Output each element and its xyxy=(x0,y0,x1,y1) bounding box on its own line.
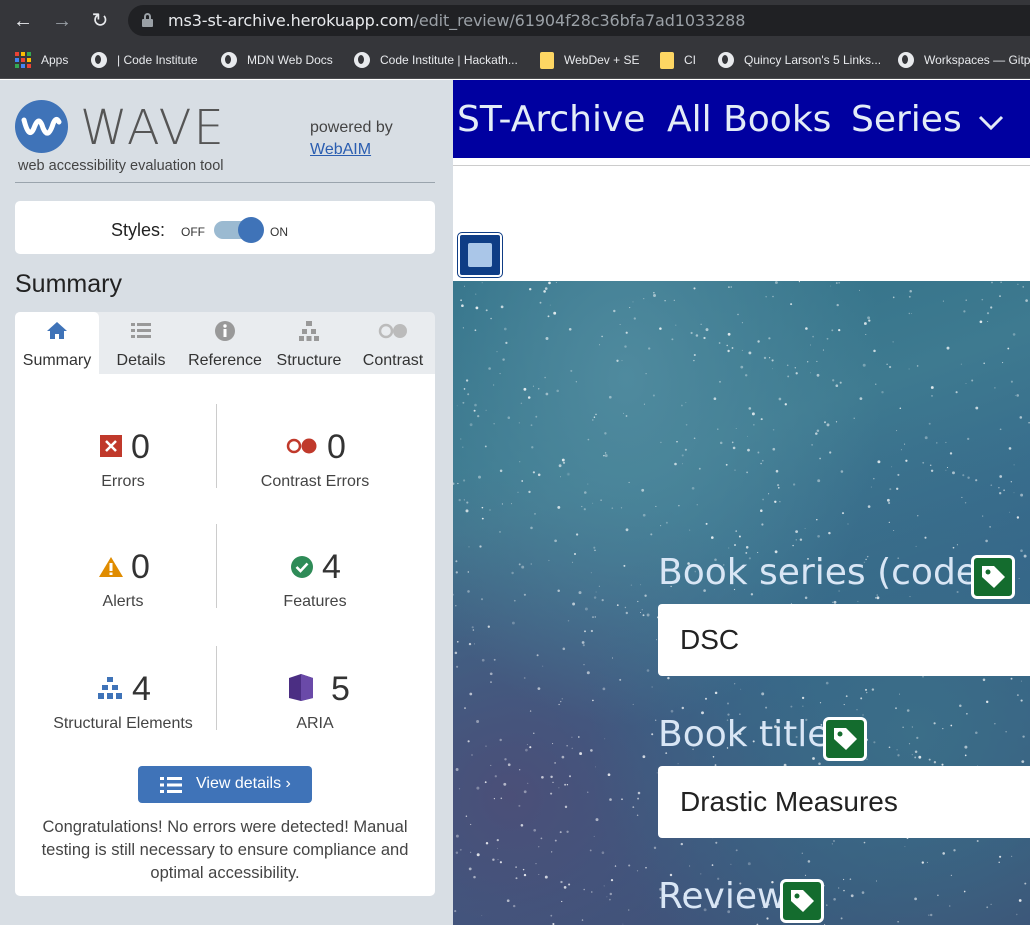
label-tag-icon[interactable] xyxy=(780,879,824,923)
errors-count: 0 xyxy=(131,428,150,466)
label-tag-icon[interactable] xyxy=(971,555,1015,599)
wave-structure-marker-icon[interactable] xyxy=(458,233,502,277)
features-count: 4 xyxy=(322,548,341,586)
bookmark-hackathon[interactable]: Code Institute | Hackath... xyxy=(354,51,518,69)
folder-icon xyxy=(540,51,554,69)
tab-reference[interactable]: Reference xyxy=(183,312,267,374)
aria-icon xyxy=(289,674,313,701)
url-host: ms3-st-archive.herokuapp.com xyxy=(168,11,414,30)
back-arrow-icon[interactable]: ← xyxy=(10,8,36,34)
structural-count: 4 xyxy=(132,670,151,708)
globe-icon xyxy=(91,52,107,68)
contrast-errors-count: 0 xyxy=(327,428,346,466)
globe-icon xyxy=(718,52,734,68)
site-navbar: ST-Archive All Books Series xyxy=(453,80,1030,158)
globe-icon xyxy=(221,52,237,68)
divider xyxy=(453,165,1030,166)
aria-count: 5 xyxy=(331,670,350,708)
bookmark-apps[interactable]: Apps xyxy=(15,51,68,69)
bookmark-workspaces[interactable]: Workspaces — Gitpo xyxy=(898,51,1030,69)
forward-arrow-icon[interactable]: → xyxy=(49,8,75,34)
field-label-title: Book title xyxy=(658,714,830,755)
feature-check-icon xyxy=(291,556,313,578)
series-input[interactable]: DSC xyxy=(658,604,1030,676)
alerts-count: 0 xyxy=(131,548,150,586)
list-icon xyxy=(160,777,182,793)
home-icon xyxy=(47,322,67,339)
bookmark-quincy[interactable]: Quincy Larson's 5 Links... xyxy=(718,51,881,69)
brand-link[interactable]: ST-Archive xyxy=(457,99,645,140)
chevron-down-icon[interactable] xyxy=(978,110,1004,136)
aria-label[interactable]: ARIA xyxy=(210,715,420,733)
styles-off-label: OFF xyxy=(181,225,205,239)
contrast-error-icon xyxy=(286,438,317,454)
list-icon xyxy=(131,323,151,338)
title-input[interactable]: Drastic Measures xyxy=(658,766,1030,838)
congrats-message: Congratulations! No errors were detected… xyxy=(41,818,409,882)
structure-icon xyxy=(299,321,319,341)
address-bar[interactable]: ms3-st-archive.herokuapp.com/edit_review… xyxy=(128,5,1030,36)
bookmark-ci[interactable]: CI xyxy=(660,51,696,69)
folder-icon xyxy=(660,51,674,69)
title-input-value: Drastic Measures xyxy=(680,786,898,817)
field-label-series: Book series (code) xyxy=(658,552,993,593)
bookmark-code-institute[interactable]: | Code Institute xyxy=(91,51,198,69)
wave-title: WAVE xyxy=(80,100,226,156)
contrast-icon xyxy=(378,323,407,339)
styles-on-label: ON xyxy=(270,225,288,239)
url-path: /edit_review/61904f28c36bfa7ad1033288 xyxy=(413,11,746,30)
summary-panel: 0 Errors 0 Contrast Errors 0 Alerts 4 Fe… xyxy=(15,374,435,896)
styles-toggle-knob[interactable] xyxy=(238,217,264,243)
styles-label: Styles: xyxy=(111,220,166,240)
webaim-link[interactable]: WebAIM xyxy=(310,141,371,159)
tab-contrast[interactable]: Contrast xyxy=(351,312,435,374)
view-details-label: View details › xyxy=(196,775,291,792)
features-label[interactable]: Features xyxy=(210,593,420,611)
alerts-label[interactable]: Alerts xyxy=(18,593,228,611)
tab-structure[interactable]: Structure xyxy=(267,312,351,374)
globe-icon xyxy=(898,52,914,68)
series-input-value: DSC xyxy=(680,624,740,655)
wave-tabs: Summary Details Reference Structure Cont… xyxy=(15,312,435,374)
wave-logo-icon xyxy=(15,100,68,153)
tab-summary[interactable]: Summary xyxy=(15,312,99,374)
alert-icon xyxy=(99,557,123,577)
styles-toggle-box: Styles: OFF ON xyxy=(15,201,435,254)
summary-heading: Summary xyxy=(15,270,122,298)
nav-series[interactable]: Series xyxy=(851,99,962,140)
structural-label[interactable]: Structural Elements xyxy=(18,715,228,733)
nav-all-books[interactable]: All Books xyxy=(667,99,831,140)
field-label-review: Review xyxy=(658,876,787,917)
tab-details[interactable]: Details xyxy=(99,312,183,374)
browser-toolbar: ← → ↻ ms3-st-archive.herokuapp.com/edit_… xyxy=(0,0,1030,41)
contrast-errors-label[interactable]: Contrast Errors xyxy=(210,473,420,491)
reload-icon[interactable]: ↻ xyxy=(87,8,113,34)
bookmark-mdn[interactable]: MDN Web Docs xyxy=(221,51,333,69)
error-icon xyxy=(100,435,122,457)
wave-subtitle: web accessibility evaluation tool xyxy=(18,158,224,174)
errors-label[interactable]: Errors xyxy=(18,473,228,491)
apps-grid-icon xyxy=(15,52,31,68)
view-details-button[interactable]: View details › xyxy=(138,766,312,803)
divider xyxy=(15,182,435,183)
globe-icon xyxy=(354,52,370,68)
label-tag-icon[interactable] xyxy=(823,717,867,761)
info-icon xyxy=(215,321,235,341)
lock-icon xyxy=(142,13,153,27)
powered-by-label: powered by xyxy=(310,119,393,136)
bookmarks-bar: Apps | Code Institute MDN Web Docs Code … xyxy=(0,41,1030,79)
structural-icon xyxy=(98,677,122,699)
bookmark-webdev[interactable]: WebDev + SE xyxy=(540,51,639,69)
